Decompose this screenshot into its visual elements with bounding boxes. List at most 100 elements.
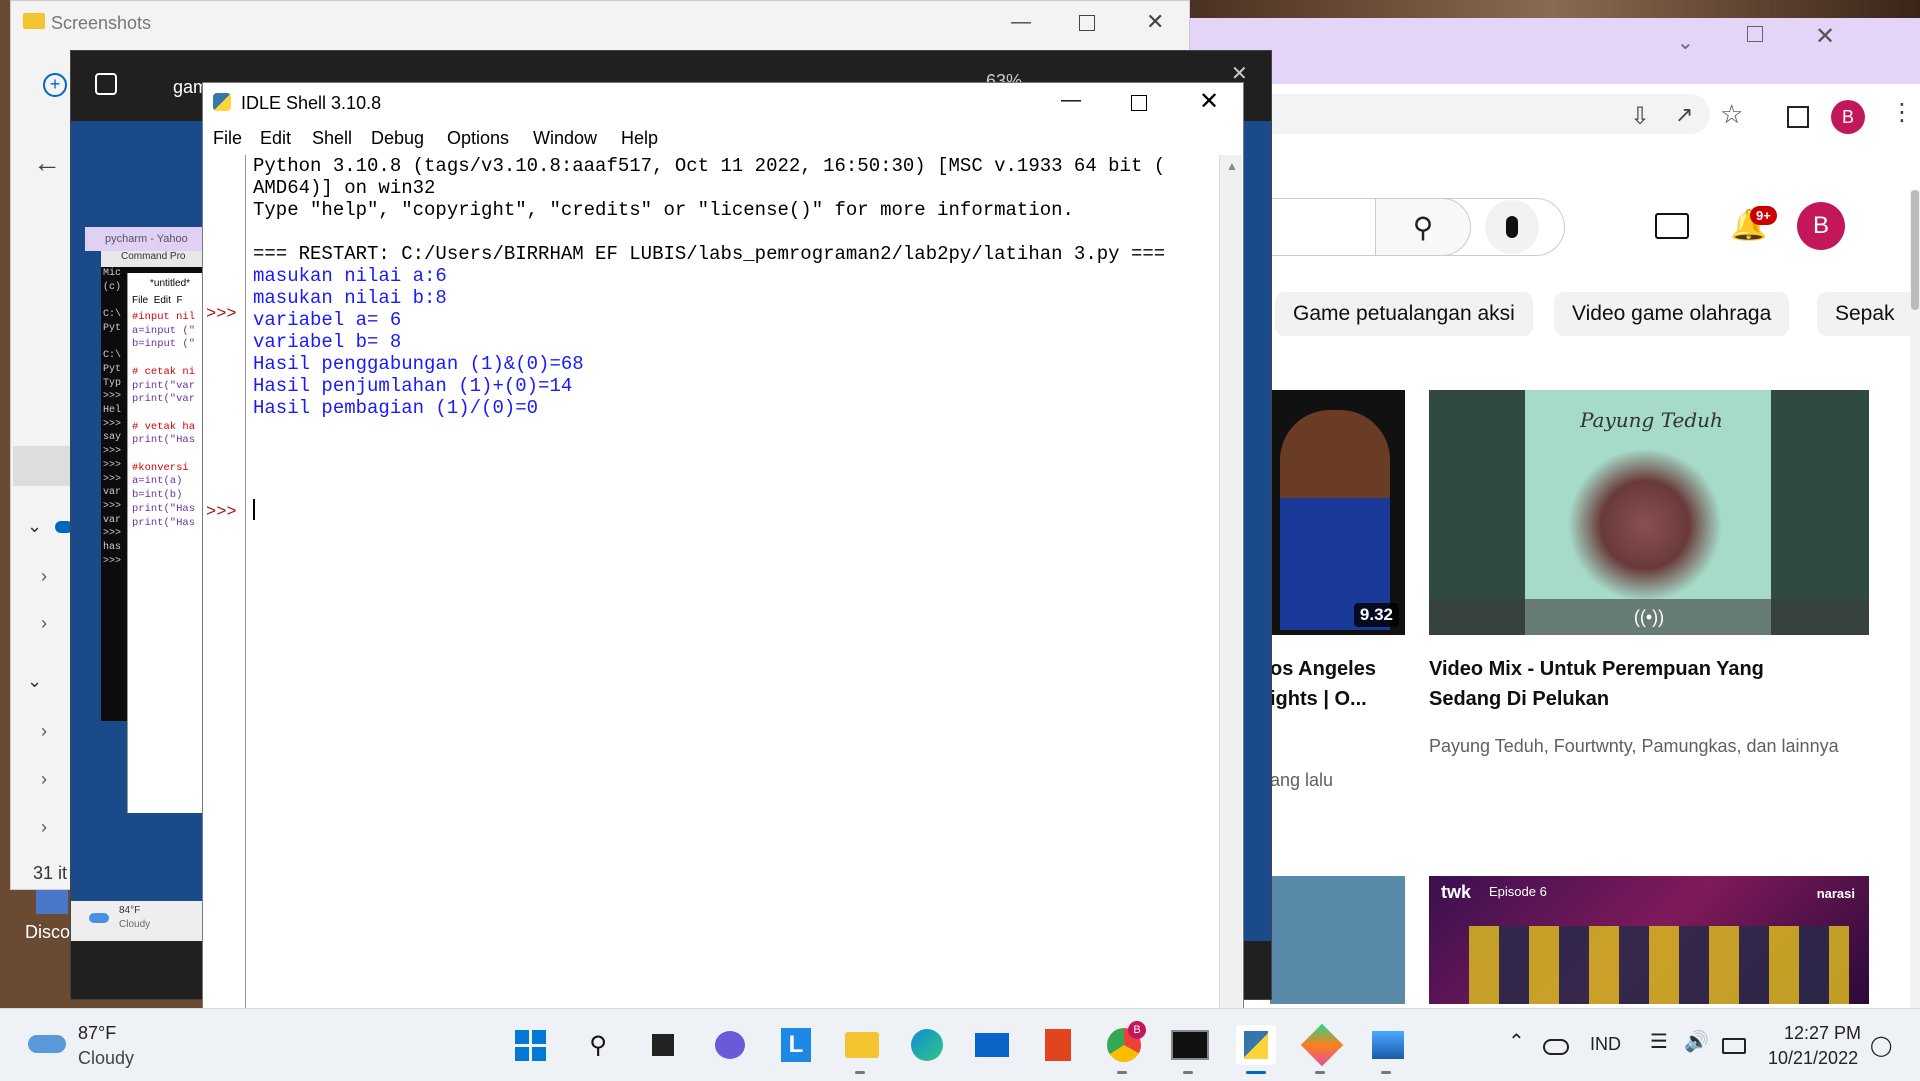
edge-icon[interactable] (907, 1025, 947, 1065)
video-1-title[interactable]: os Angeles ights | O... (1270, 654, 1405, 714)
download-icon[interactable]: ⇩ (1630, 102, 1650, 131)
tray-chevron-up-icon[interactable]: ⌃ (1508, 1029, 1525, 1054)
idle-title: IDLE Shell 3.10.8 (241, 93, 382, 113)
running-indicator (1183, 1071, 1193, 1074)
video-2-channel: Payung Teduh, Fourtwnty, Pamungkas, dan … (1429, 736, 1839, 756)
close-icon[interactable]: ✕ (1146, 9, 1164, 35)
chip-game-petualangan[interactable]: Game petualangan aksi (1275, 292, 1533, 336)
prompt-marker-1: >>> (206, 305, 237, 324)
video-thumbnail-1[interactable]: 9.32 (1270, 390, 1405, 635)
battery-icon[interactable] (1722, 1038, 1746, 1054)
chevron-right-icon[interactable]: › (41, 817, 47, 838)
language-indicator[interactable]: IND (1590, 1034, 1621, 1055)
running-indicator (1315, 1071, 1325, 1074)
volume-icon[interactable]: 🔊 (1684, 1029, 1709, 1054)
sidepanel-icon[interactable] (1787, 106, 1809, 128)
l-app-icon[interactable]: L (776, 1025, 816, 1065)
chevron-down-icon[interactable]: ⌄ (27, 671, 42, 692)
menu-file[interactable]: File (213, 128, 242, 149)
video-thumbnail-2[interactable]: Payung Teduh ((•)) (1429, 390, 1869, 635)
photos-icon[interactable] (1368, 1025, 1408, 1065)
create-video-icon[interactable] (1655, 213, 1689, 239)
wifi-icon[interactable]: ☰ (1650, 1029, 1668, 1054)
idle-scrollbar[interactable]: ▲ (1219, 155, 1242, 1013)
photos-app-icon (95, 73, 117, 95)
chip-sepak[interactable]: Sepak (1817, 292, 1920, 336)
menu-edit[interactable]: Edit (260, 128, 291, 149)
video-thumbnail-4[interactable]: twk Episode 6 narasi (1429, 876, 1869, 1004)
task-view-icon[interactable] (643, 1025, 683, 1065)
explorer-title: Screenshots (51, 13, 152, 33)
menu-options[interactable]: Options (447, 128, 509, 149)
search-icon[interactable]: ⚲ (578, 1025, 618, 1065)
narasi-brand: narasi (1816, 886, 1855, 901)
video-1-meta: ang lalu (1270, 770, 1334, 790)
taskbar-weather-temp[interactable]: 87°F (78, 1023, 116, 1044)
scrollbar[interactable] (1910, 190, 1920, 1010)
maximize-icon[interactable] (1131, 95, 1147, 111)
chevron-right-icon[interactable]: › (41, 721, 47, 742)
chevron-right-icon[interactable]: › (41, 769, 47, 790)
clock-time[interactable]: 12:27 PM (1784, 1023, 1861, 1044)
youtube-avatar[interactable]: B (1797, 202, 1845, 250)
chevron-down-icon[interactable]: ⌄ (27, 516, 42, 537)
search-icon: ⚲ (1412, 211, 1434, 243)
video-2-title[interactable]: Video Mix - Untuk Perempuan Yang Sedang … (1429, 654, 1764, 714)
video-thumbnail-3[interactable] (1270, 876, 1405, 1004)
minimize-icon[interactable]: — (1011, 11, 1031, 34)
scroll-up-icon[interactable]: ▲ (1226, 159, 1238, 173)
album-title: Payung Teduh (1580, 408, 1723, 432)
close-icon[interactable]: ✕ (1815, 22, 1835, 51)
search-button[interactable]: ⚲ (1375, 198, 1471, 256)
office-icon[interactable] (1038, 1025, 1078, 1065)
notification-center-icon[interactable]: ◯ (1870, 1033, 1892, 1058)
menu-help[interactable]: Help (621, 128, 658, 149)
idle-taskbar-icon[interactable] (1236, 1025, 1276, 1065)
shell-line: === RESTART: C:/Users/BIRRHAM EF LUBIS/l… (253, 243, 1166, 265)
clock-date[interactable]: 10/21/2022 (1768, 1048, 1858, 1069)
chip-video-game-olahraga[interactable]: Video game olahraga (1554, 292, 1790, 336)
menu-shell[interactable]: Shell (312, 128, 352, 149)
terminal-icon[interactable] (1170, 1025, 1210, 1065)
chevron-right-icon[interactable]: › (41, 613, 47, 634)
desktop-shortcut-label[interactable]: Disco (25, 922, 70, 943)
pycharm-tab: pycharm - Yahoo (85, 227, 215, 251)
python-icon (213, 93, 231, 111)
star-icon[interactable]: ☆ (1720, 99, 1743, 130)
duration-badge: 9.32 (1353, 603, 1399, 627)
chat-icon[interactable] (710, 1025, 750, 1065)
weather-icon[interactable] (28, 1035, 66, 1053)
menu-window[interactable]: Window (533, 128, 597, 149)
taskbar-weather-cond[interactable]: Cloudy (78, 1048, 134, 1069)
group-photo (1469, 926, 1849, 1004)
new-icon[interactable]: + (43, 73, 67, 97)
minimize-icon[interactable]: — (1061, 89, 1081, 112)
running-indicator (855, 1071, 865, 1074)
episode-label: Episode 6 (1489, 884, 1547, 899)
desktop-shortcut-icon[interactable] (36, 890, 68, 914)
profile-avatar[interactable]: B (1831, 100, 1865, 134)
chevron-down-icon[interactable]: ⌄ (1677, 30, 1694, 55)
voice-search-button[interactable] (1485, 200, 1539, 254)
onedrive-tray-icon[interactable] (1543, 1039, 1569, 1055)
restore-icon[interactable] (1747, 26, 1763, 42)
mail-icon[interactable] (972, 1025, 1012, 1065)
back-icon[interactable]: ← (33, 147, 61, 179)
pycharm-icon[interactable] (1300, 1023, 1344, 1067)
share-icon[interactable]: ↗ (1675, 102, 1693, 128)
item-count: 31 it (33, 863, 68, 883)
chevron-right-icon[interactable]: › (41, 566, 47, 587)
nav-selected-row[interactable] (13, 446, 73, 486)
windows-start-icon[interactable] (510, 1025, 550, 1065)
shell-text-area[interactable]: Python 3.10.8 (tags/v3.10.8:aaaf517, Oct… (246, 155, 1219, 1013)
maximize-icon[interactable] (1079, 15, 1095, 31)
twk-badge: twk (1441, 882, 1472, 902)
menu-debug[interactable]: Debug (371, 128, 424, 149)
idle-title-bar: IDLE Shell 3.10.8 — ✕ (203, 83, 1243, 123)
close-icon[interactable]: ✕ (1199, 87, 1219, 116)
scrollbar-thumb[interactable] (1911, 190, 1919, 310)
tree-illustration (1565, 450, 1725, 600)
chrome-menu-icon[interactable]: ⋮ (1890, 98, 1914, 127)
chrome-icon[interactable]: B (1104, 1021, 1146, 1065)
file-explorer-icon[interactable] (842, 1025, 882, 1065)
